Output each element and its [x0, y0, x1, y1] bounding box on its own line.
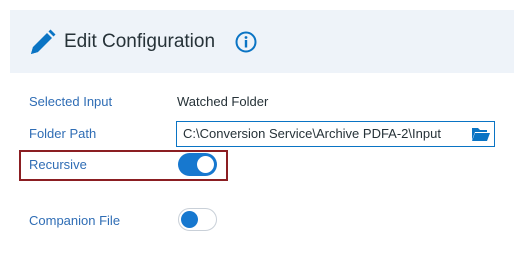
- selected-input-label: Selected Input: [29, 94, 113, 109]
- info-icon[interactable]: [235, 31, 257, 53]
- page-title: Edit Configuration: [64, 31, 216, 52]
- folder-open-icon[interactable]: [471, 126, 491, 142]
- companion-file-toggle[interactable]: [178, 208, 217, 231]
- dialog-header: Edit Configuration: [10, 10, 514, 73]
- recursive-label: Recursive: [29, 157, 87, 172]
- folder-path-value: C:\Conversion Service\Archive PDFA-2\Inp…: [183, 126, 441, 141]
- toggle-knob: [197, 156, 214, 173]
- folder-path-field[interactable]: C:\Conversion Service\Archive PDFA-2\Inp…: [176, 121, 495, 147]
- toggle-knob: [181, 211, 198, 228]
- recursive-toggle[interactable]: [178, 153, 217, 176]
- selected-input-value: Watched Folder: [177, 94, 269, 109]
- pencil-icon: [31, 29, 56, 54]
- folder-path-label: Folder Path: [29, 126, 97, 141]
- companion-file-label: Companion File: [29, 213, 121, 228]
